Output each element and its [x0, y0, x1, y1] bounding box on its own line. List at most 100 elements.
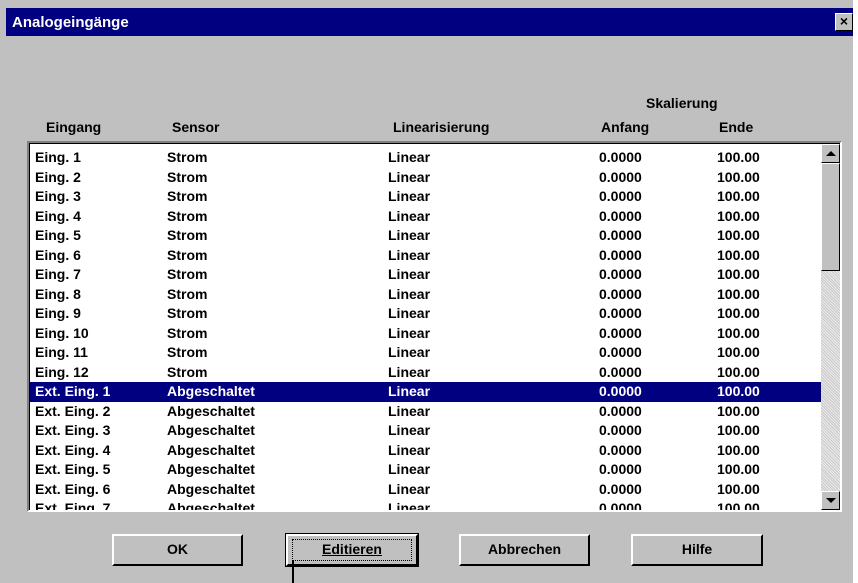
cell-ende: 100.00 [717, 188, 760, 204]
table-row[interactable]: Ext. Eing. 7 Abgeschaltet Linear 0.0000 100.… [30, 499, 823, 510]
cell-anfang: 0.0000 [599, 402, 642, 419]
cell-linearisierung: Linear [388, 227, 431, 243]
cell-linearisierung: Linear [388, 149, 431, 165]
cell-sensor: Strom [167, 305, 208, 321]
cell-ende: 100.00 [717, 402, 760, 419]
cell-linearisierung: Linear [388, 168, 431, 185]
table-row[interactable]: Eing. 3 Strom Linear 0.0000 100.00 [30, 187, 823, 207]
cell-sensor: Strom [167, 285, 208, 302]
cell-sensor: Strom [167, 324, 208, 341]
cell-sensor: Abgeschaltet [167, 441, 255, 458]
cell-eingang: Ext. Eing. 7 [35, 500, 111, 510]
cell-linearisierung: Linear [388, 422, 431, 438]
cancel-button[interactable]: Abbrechen [459, 534, 590, 566]
cell-anfang: 0.0000 [599, 305, 642, 321]
table-row[interactable]: Eing. 2 Strom Linear 0.0000 100.00 [30, 168, 823, 188]
ok-button[interactable]: OK [112, 534, 243, 566]
cell-anfang: 0.0000 [599, 168, 642, 185]
cell-anfang: 0.0000 [599, 149, 642, 165]
table-row[interactable]: Ext. Eing. 1 Abgeschaltet Linear 0.0000 100.… [30, 382, 823, 402]
cell-ende: 100.00 [717, 285, 760, 302]
cell-ende: 100.00 [717, 266, 760, 282]
text-cursor [292, 560, 294, 583]
help-button[interactable]: Hilfe [631, 534, 763, 566]
cell-sensor: Abgeschaltet [167, 480, 255, 497]
cell-ende: 100.00 [717, 227, 760, 243]
table-row[interactable]: Eing. 8 Strom Linear 0.0000 100.00 [30, 285, 823, 305]
table-row[interactable]: Ext. Eing. 4 Abgeschaltet Linear 0.0000 100.… [30, 441, 823, 461]
title-bar[interactable]: Analogeingänge × [6, 8, 853, 36]
scroll-down-button[interactable] [821, 491, 840, 510]
cell-anfang: 0.0000 [599, 480, 642, 497]
cell-anfang: 0.0000 [599, 285, 642, 302]
scroll-thumb[interactable] [821, 163, 840, 271]
cell-eingang: Ext. Eing. 3 [35, 422, 111, 438]
table-row[interactable]: Eing. 12 Strom Linear 0.0000 100.00 [30, 363, 823, 383]
cell-linearisierung: Linear [388, 266, 431, 282]
cell-ende: 100.00 [717, 480, 760, 497]
cell-eingang: Eing. 9 [35, 305, 81, 321]
cell-linearisierung: Linear [388, 480, 431, 497]
cell-anfang: 0.0000 [599, 246, 642, 263]
table-row[interactable]: Ext. Eing. 3 Abgeschaltet Linear 0.0000 100.… [30, 421, 823, 441]
table-row[interactable]: Eing. 7 Strom Linear 0.0000 100.00 [30, 265, 823, 285]
cell-eingang: Eing. 2 [35, 168, 81, 185]
vertical-scrollbar[interactable] [821, 144, 840, 510]
cell-ende: 100.00 [717, 344, 760, 360]
table-row[interactable]: Ext. Eing. 2 Abgeschaltet Linear 0.0000 100.… [30, 402, 823, 422]
table-row[interactable]: Eing. 5 Strom Linear 0.0000 100.00 [30, 226, 823, 246]
table-row[interactable]: Eing. 1 Strom Linear 0.0000 100.00 [30, 148, 823, 168]
cell-linearisierung: Linear [388, 461, 431, 477]
inputs-rows: Eing. 1 Strom Linear 0.0000 100.00 Eing. 2 Str… [30, 148, 823, 510]
scroll-up-button[interactable] [821, 144, 840, 163]
cell-anfang: 0.0000 [599, 207, 642, 224]
cell-eingang: Eing. 5 [35, 227, 81, 243]
arrow-down-icon [826, 498, 836, 503]
cell-eingang: Ext. Eing. 6 [35, 480, 111, 497]
header-skalierung: Skalierung [646, 95, 718, 111]
cell-sensor: Strom [167, 266, 208, 282]
cell-eingang: Eing. 8 [35, 285, 81, 302]
cell-sensor: Strom [167, 168, 208, 185]
cell-eingang: Eing. 1 [35, 149, 81, 165]
cell-eingang: Eing. 6 [35, 246, 81, 263]
cell-linearisierung: Linear [388, 402, 431, 419]
cell-linearisierung: Linear [388, 344, 431, 360]
cell-ende: 100.00 [717, 324, 760, 341]
cell-sensor: Strom [167, 363, 208, 380]
cell-anfang: 0.0000 [599, 344, 642, 360]
header-linearisierung: Linearisierung [393, 119, 490, 135]
close-button[interactable]: × [835, 13, 853, 31]
inputs-listbox[interactable]: Eing. 1 Strom Linear 0.0000 100.00 Eing. 2 Str… [27, 141, 842, 512]
analog-inputs-dialog: Analogeingänge × Skalierung Eingang Sens… [0, 0, 853, 583]
arrow-up-icon [826, 151, 836, 156]
cell-eingang: Ext. Eing. 2 [35, 402, 111, 419]
header-sensor: Sensor [172, 119, 220, 135]
edit-button[interactable]: Editieren [285, 533, 419, 567]
cell-ende: 100.00 [717, 422, 760, 438]
cell-anfang: 0.0000 [599, 227, 642, 243]
cell-sensor: Abgeschaltet [167, 383, 255, 399]
table-row[interactable]: Ext. Eing. 5 Abgeschaltet Linear 0.0000 100.… [30, 460, 823, 480]
cell-ende: 100.00 [717, 207, 760, 224]
cell-eingang: Ext. Eing. 1 [35, 383, 111, 399]
table-row[interactable]: Eing. 10 Strom Linear 0.0000 100.00 [30, 324, 823, 344]
cell-linearisierung: Linear [388, 500, 431, 510]
table-row[interactable]: Ext. Eing. 6 Abgeschaltet Linear 0.0000 100.… [30, 480, 823, 500]
header-anfang: Anfang [601, 119, 650, 135]
table-row[interactable]: Eing. 9 Strom Linear 0.0000 100.00 [30, 304, 823, 324]
cell-eingang: Eing. 7 [35, 266, 81, 282]
table-row[interactable]: Eing. 6 Strom Linear 0.0000 100.00 [30, 246, 823, 266]
cell-eingang: Eing. 3 [35, 188, 81, 204]
focus-ring [292, 539, 412, 561]
cell-eingang: Eing. 11 [35, 344, 88, 360]
cell-anfang: 0.0000 [599, 383, 642, 399]
cell-sensor: Strom [167, 246, 208, 263]
cell-sensor: Abgeschaltet [167, 422, 255, 438]
cell-anfang: 0.0000 [599, 188, 642, 204]
table-row[interactable]: Eing. 4 Strom Linear 0.0000 100.00 [30, 207, 823, 227]
cell-anfang: 0.0000 [599, 441, 642, 458]
cell-ende: 100.00 [717, 246, 760, 263]
window-title: Analogeingänge [12, 14, 129, 31]
table-row[interactable]: Eing. 11 Strom Linear 0.0000 100.00 [30, 343, 823, 363]
